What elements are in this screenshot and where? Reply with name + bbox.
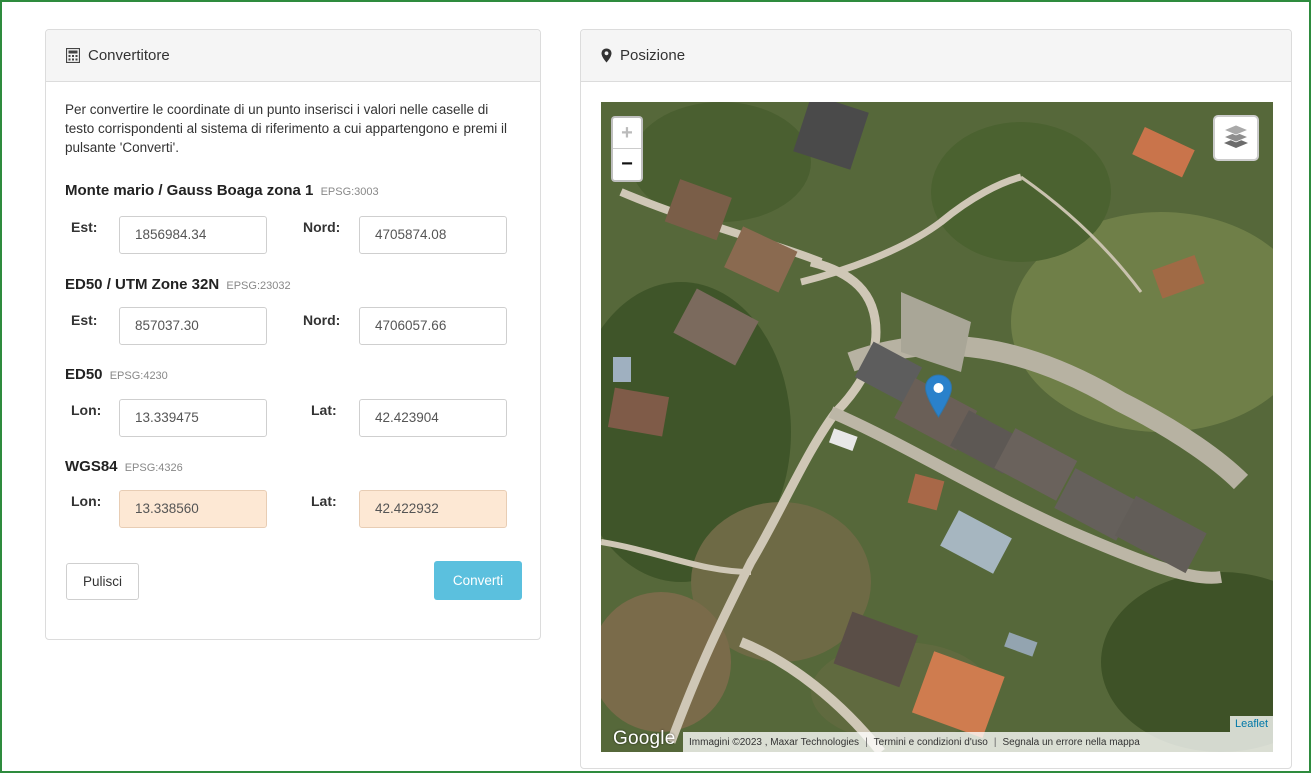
lon-input-wgs84[interactable]: 13.338560 xyxy=(119,490,267,528)
map-marker-icon xyxy=(601,48,612,63)
epsg-code: EPSG:23032 xyxy=(226,280,291,292)
lon-label: Lon: xyxy=(71,493,102,509)
converter-header: Convertitore xyxy=(46,30,540,82)
report-error-link[interactable]: Segnala un errore nella mappa xyxy=(1002,737,1139,748)
epsg-code: EPSG:3003 xyxy=(320,186,379,198)
position-title: Posizione xyxy=(620,47,686,64)
converter-title: Convertitore xyxy=(88,47,170,64)
est-input-utm32n[interactable]: 857037.30 xyxy=(119,307,267,345)
nord-label: Nord: xyxy=(303,219,341,235)
nord-label: Nord: xyxy=(303,312,341,328)
nord-input-gauss-boaga[interactable]: 4705874.08 xyxy=(359,216,507,254)
zoom-control: + − xyxy=(611,116,643,182)
system-name: ED50 xyxy=(65,366,103,383)
system-title: ED50 / UTM Zone 32N EPSG:23032 xyxy=(65,276,291,293)
est-label: Est: xyxy=(71,219,98,235)
est-input-gauss-boaga[interactable]: 1856984.34 xyxy=(119,216,267,254)
nord-input-utm32n[interactable]: 4706057.66 xyxy=(359,307,507,345)
converter-intro: Per convertire le coordinate di un punto… xyxy=(65,102,507,155)
app-frame: Convertitore Per convertire le coordinat… xyxy=(0,0,1311,773)
epsg-code: EPSG:4230 xyxy=(109,370,168,382)
zoom-in-button[interactable]: + xyxy=(613,118,641,149)
lat-label: Lat: xyxy=(311,493,337,509)
calculator-icon xyxy=(66,48,80,63)
imagery-credit: Immagini ©2023 , Maxar Technologies xyxy=(689,736,860,748)
lat-input-wgs84[interactable]: 42.422932 xyxy=(359,490,507,528)
converter-panel: Convertitore Per convertire le coordinat… xyxy=(45,29,541,640)
map-attribution: Immagini ©2023 , Maxar Technologies | Te… xyxy=(683,732,1273,752)
lat-input-ed50[interactable]: 42.423904 xyxy=(359,399,507,437)
location-pin[interactable] xyxy=(924,374,953,423)
convert-button[interactable]: Converti xyxy=(434,561,522,600)
position-header: Posizione xyxy=(581,30,1291,82)
system-title: ED50 EPSG:4230 xyxy=(65,366,168,383)
google-logo: Google xyxy=(613,728,676,749)
est-label: Est: xyxy=(71,312,98,328)
lon-label: Lon: xyxy=(71,402,102,418)
map-view[interactable]: + − Google Leaflet Immagini ©2023 , Maxa… xyxy=(601,102,1273,752)
satellite-imagery xyxy=(601,102,1273,752)
position-panel: Posizione + − Google Leaflet Immagini ©2… xyxy=(580,29,1292,769)
lon-input-ed50[interactable]: 13.339475 xyxy=(119,399,267,437)
terms-link[interactable]: Termini e condizioni d'uso xyxy=(874,737,988,748)
system-name: ED50 / UTM Zone 32N xyxy=(65,276,220,293)
clear-button[interactable]: Pulisci xyxy=(66,563,139,600)
layers-icon xyxy=(1222,124,1250,153)
layers-button[interactable] xyxy=(1213,115,1259,161)
system-title: Monte mario / Gauss Boaga zona 1 EPSG:30… xyxy=(65,182,379,199)
epsg-code: EPSG:4326 xyxy=(124,462,183,474)
lat-label: Lat: xyxy=(311,402,337,418)
leaflet-link[interactable]: Leaflet xyxy=(1229,716,1273,732)
separator: | xyxy=(993,736,997,748)
zoom-out-button[interactable]: − xyxy=(613,149,641,180)
system-title: WGS84 EPSG:4326 xyxy=(65,458,183,475)
system-name: Monte mario / Gauss Boaga zona 1 xyxy=(65,182,314,199)
system-name: WGS84 xyxy=(65,458,118,475)
separator: | xyxy=(865,736,868,748)
